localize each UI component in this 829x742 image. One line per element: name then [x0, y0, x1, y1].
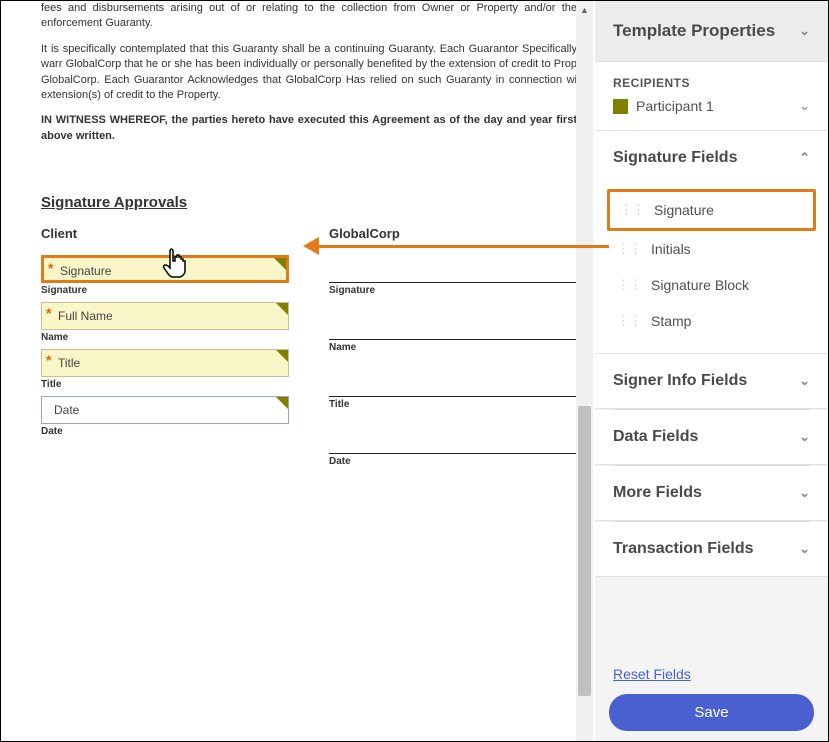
panel-title: Template Properties	[613, 21, 775, 40]
document-body: fees and disbursements arising out of or…	[41, 1, 577, 144]
field-item-signature[interactable]: ⋮⋮ Signature	[607, 189, 816, 231]
required-star-icon: *	[46, 305, 51, 321]
reset-fields-link[interactable]: Reset Fields	[613, 666, 691, 682]
field-corner-icon	[276, 350, 288, 362]
corp-name-line	[329, 312, 577, 340]
section-title: More Fields	[613, 484, 702, 501]
recipient-row[interactable]: Participant 1 ⌄	[613, 98, 810, 114]
name-label: Name	[41, 332, 289, 343]
field-corner-icon	[276, 397, 288, 409]
chevron-down-icon: ⌄	[799, 98, 810, 114]
corp-signature-label: Signature	[329, 285, 577, 296]
title-label: Title	[41, 379, 289, 390]
recipients-label: RECIPIENTS	[613, 76, 810, 90]
title-field-text: Title	[58, 356, 80, 370]
field-corner-icon	[274, 258, 286, 270]
drag-handle-icon: ⋮⋮	[620, 202, 644, 218]
properties-sidebar: Template Properties ⌄ RECIPIENTS Partici…	[595, 1, 828, 741]
required-star-icon: *	[48, 260, 53, 276]
chevron-down-icon: ⌄	[799, 429, 810, 445]
chevron-up-icon: ⌃	[799, 150, 810, 166]
drag-handle-icon: ⋮⋮	[617, 241, 641, 257]
required-star-icon: *	[46, 352, 51, 368]
client-name-field[interactable]: * Full Name	[41, 302, 289, 330]
transaction-fields-header[interactable]: Transaction Fields ⌄	[595, 522, 828, 576]
date-field-text: Date	[54, 403, 79, 417]
vertical-scrollbar[interactable]: ▲	[576, 1, 593, 741]
scrollbar-thumb[interactable]	[578, 406, 591, 696]
paragraph-1: fees and disbursements arising out of or…	[41, 1, 577, 32]
paragraph-3: IN WITNESS WHEREOF, the parties hereto h…	[41, 113, 577, 144]
name-field-text: Full Name	[58, 309, 113, 323]
signature-fields-section: Signature Fields ⌃ ⋮⋮ Signature ⋮⋮ Initi…	[595, 131, 828, 354]
field-corner-icon	[276, 303, 288, 315]
signature-field-text: Signature	[60, 264, 111, 278]
field-item-stamp[interactable]: ⋮⋮ Stamp	[607, 303, 816, 339]
drag-handle-icon: ⋮⋮	[617, 277, 641, 293]
document-canvas: fees and disbursements arising out of or…	[1, 1, 595, 741]
chevron-down-icon: ⌄	[799, 485, 810, 501]
section-title: Signer Info Fields	[613, 372, 747, 389]
globalcorp-header: GlobalCorp	[329, 226, 577, 241]
field-label: Stamp	[651, 313, 691, 329]
field-item-signature-block[interactable]: ⋮⋮ Signature Block	[607, 267, 816, 303]
field-label: Signature	[654, 202, 714, 218]
client-signature-field[interactable]: * Signature	[41, 255, 289, 283]
corp-name-label: Name	[329, 342, 577, 353]
field-label: Signature Block	[651, 277, 749, 293]
section-title: Transaction Fields	[613, 540, 753, 557]
field-label: Initials	[651, 241, 691, 257]
chevron-down-icon: ⌄	[799, 373, 810, 389]
recipients-block: RECIPIENTS Participant 1 ⌄	[595, 62, 828, 131]
corp-signature-line	[329, 255, 577, 283]
bottom-actions: Reset Fields Save	[595, 666, 828, 731]
corp-date-line	[329, 426, 577, 454]
client-title-field[interactable]: * Title	[41, 349, 289, 377]
more-fields-header[interactable]: More Fields ⌄	[595, 466, 828, 520]
signature-approvals-heading: Signature Approvals	[41, 194, 577, 211]
paragraph-2: It is specifically contemplated that thi…	[41, 42, 577, 104]
participant-color-swatch	[613, 99, 628, 114]
save-button[interactable]: Save	[609, 694, 814, 731]
client-column: Client * Signature Signature * Full Name…	[41, 226, 289, 473]
date-label: Date	[41, 426, 289, 437]
field-item-initials[interactable]: ⋮⋮ Initials	[607, 231, 816, 267]
corp-title-label: Title	[329, 399, 577, 410]
corp-date-label: Date	[329, 456, 577, 467]
section-title: Data Fields	[613, 428, 698, 445]
chevron-down-icon: ⌄	[799, 23, 810, 39]
participant-name: Participant 1	[636, 98, 714, 114]
chevron-down-icon: ⌄	[799, 541, 810, 557]
corp-title-line	[329, 369, 577, 397]
section-title: Signature Fields	[613, 149, 737, 166]
globalcorp-column: GlobalCorp Signature Name Title Date	[329, 226, 577, 473]
signer-info-fields-header[interactable]: Signer Info Fields ⌄	[595, 354, 828, 408]
drag-handle-icon: ⋮⋮	[617, 313, 641, 329]
template-properties-header[interactable]: Template Properties ⌄	[595, 1, 828, 62]
client-header: Client	[41, 226, 289, 241]
client-date-field[interactable]: Date	[41, 396, 289, 424]
data-fields-header[interactable]: Data Fields ⌄	[595, 410, 828, 464]
signature-label: Signature	[41, 285, 289, 296]
signature-fields-header[interactable]: Signature Fields ⌃	[595, 131, 828, 185]
scroll-up-arrow-icon[interactable]: ▲	[576, 1, 593, 18]
